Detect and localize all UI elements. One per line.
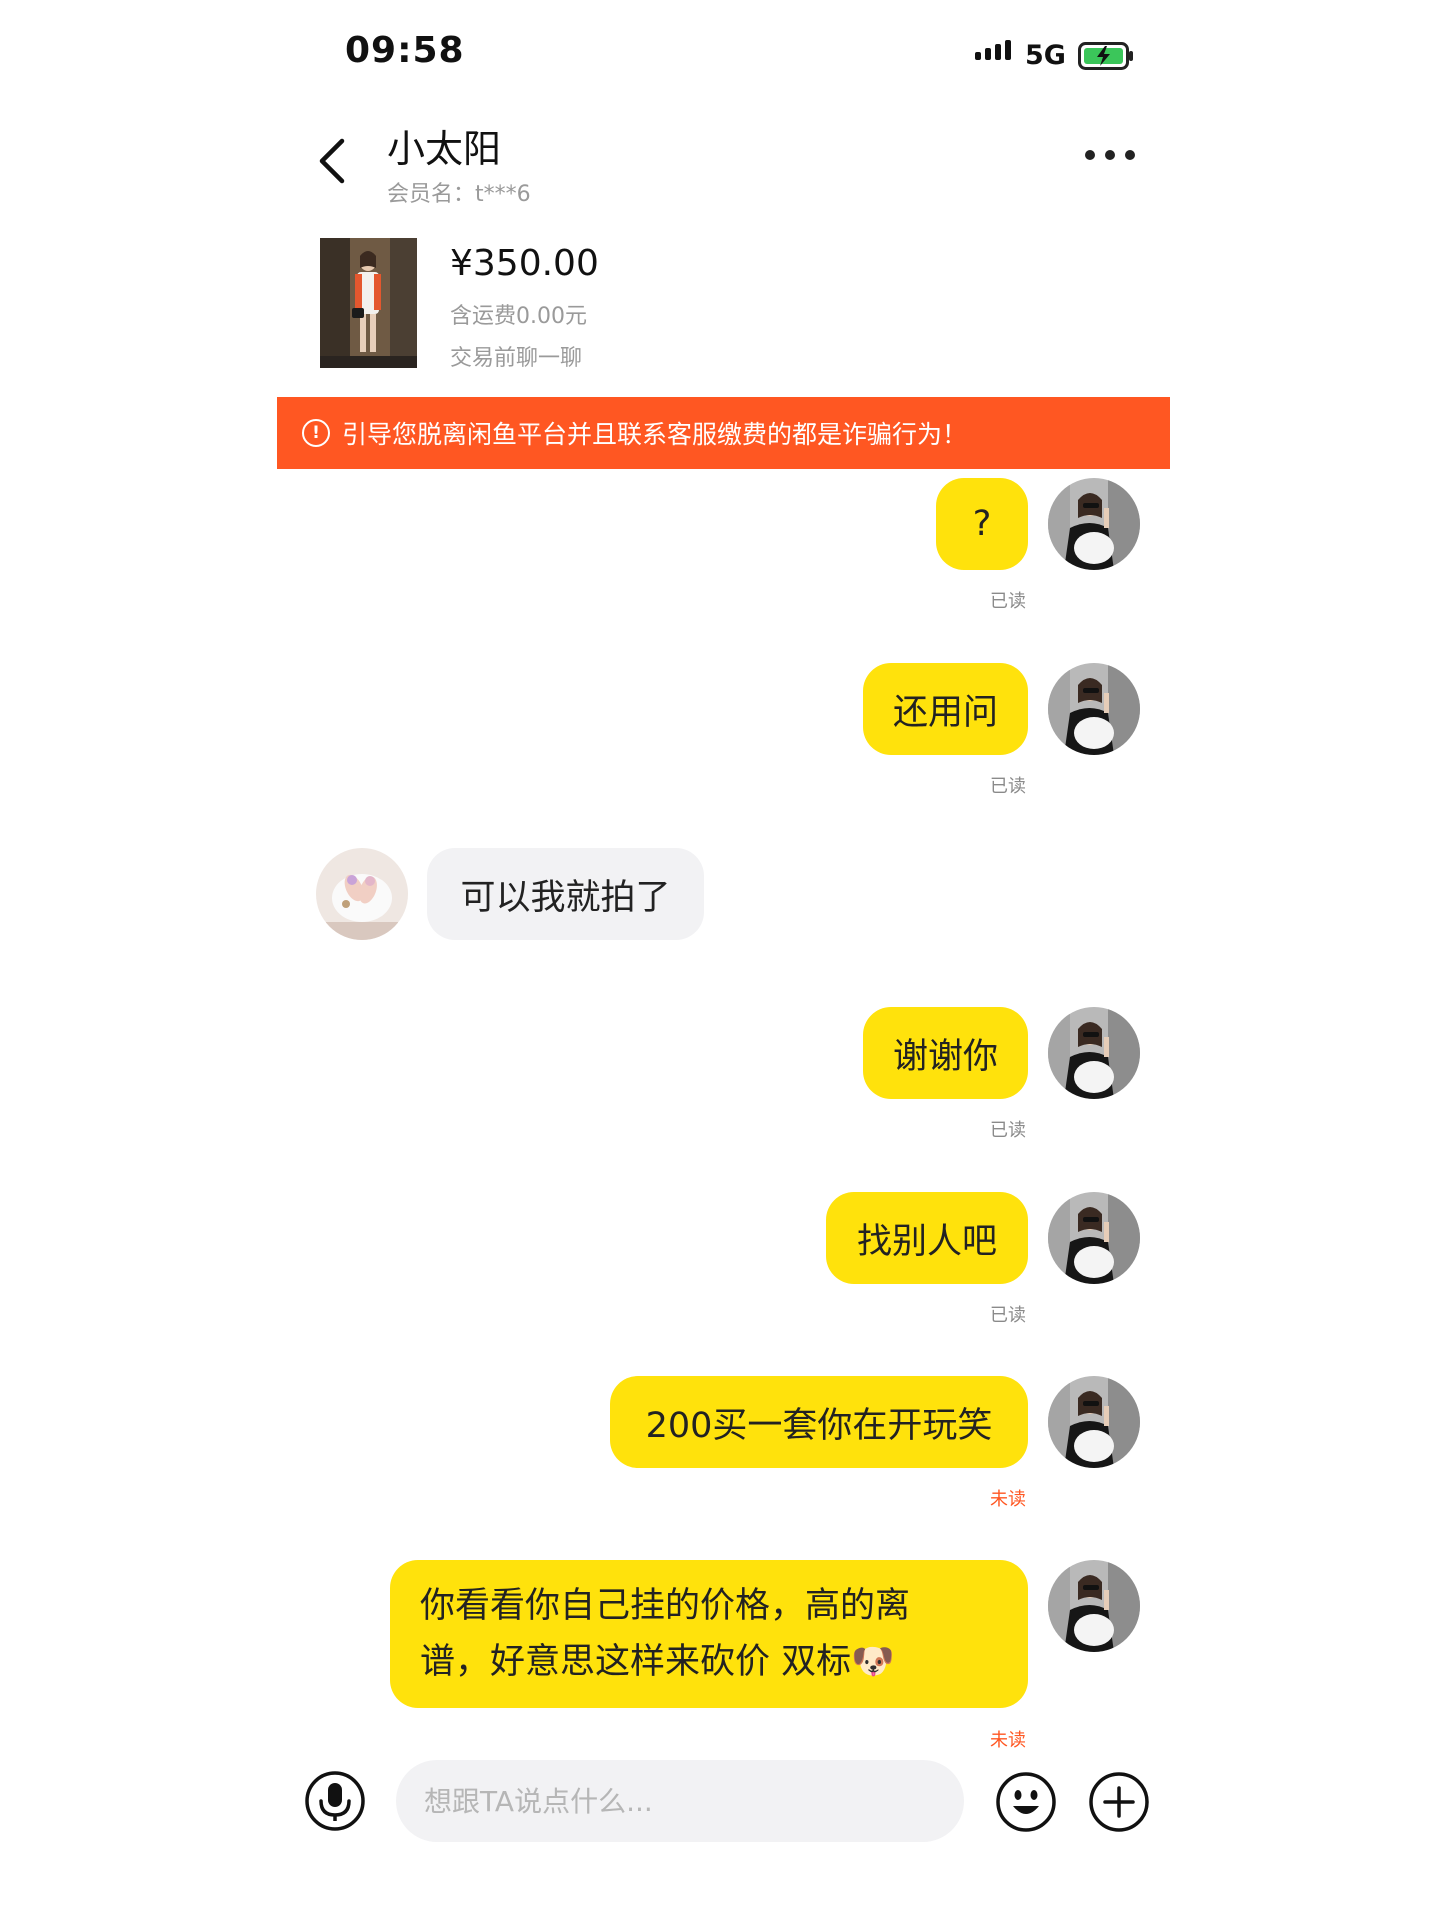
message-bubble[interactable]: 200买一套你在开玩笑 [610, 1376, 1028, 1468]
more-dot-icon [1085, 150, 1095, 160]
product-image[interactable] [320, 238, 417, 368]
scam-warning-banner: ! 引导您脱离闲鱼平台并且联系客服缴费的都是诈骗行为！ [277, 397, 1170, 469]
message-bubble[interactable]: 找别人吧 [826, 1192, 1028, 1284]
my-avatar[interactable] [1048, 478, 1140, 570]
message-text-line: 你看看你自己挂的价格，高的离 [420, 1586, 911, 1626]
warning-icon: ! [302, 419, 330, 447]
read-status: 已读 [990, 591, 1026, 612]
message-text: 200买一套你在开玩笑 [645, 1405, 993, 1446]
message-text-line: 谱，好意思这样来砍价 双标 [420, 1642, 852, 1682]
message-text: ? [972, 504, 992, 544]
signal-icon [975, 40, 1011, 60]
contact-avatar[interactable] [316, 848, 408, 940]
status-time: 09:58 [345, 30, 465, 71]
network-label: 5G [1025, 40, 1066, 71]
product-price: ¥350.00 [450, 243, 599, 284]
message-text: 找别人吧 [856, 1221, 997, 1262]
unread-status: 未读 [990, 1730, 1026, 1751]
unread-status: 未读 [990, 1489, 1026, 1510]
product-note: 交易前聊一聊 [450, 346, 583, 371]
warning-text: 引导您脱离闲鱼平台并且联系客服缴费的都是诈骗行为！ [342, 420, 968, 449]
microphone-icon [305, 1771, 365, 1831]
plus-icon [1089, 1772, 1149, 1832]
message-bubble[interactable]: 你看看你自己挂的价格，高的离 谱，好意思这样来砍价 双标🐶 [390, 1560, 1028, 1708]
message-bubble[interactable]: 谢谢你 [863, 1007, 1028, 1099]
message-input[interactable] [396, 1760, 964, 1842]
product-shipping: 含运费0.00元 [450, 304, 587, 329]
read-status: 已读 [990, 776, 1026, 797]
read-status: 已读 [990, 1305, 1026, 1326]
more-options-button[interactable] [1085, 150, 1135, 160]
my-avatar[interactable] [1048, 1007, 1140, 1099]
message-bubble[interactable]: 还用问 [863, 663, 1028, 755]
battery-charging-icon [1078, 42, 1134, 74]
my-avatar[interactable] [1048, 1560, 1140, 1652]
message-text: 还用问 [892, 692, 998, 733]
contact-name: 小太阳 [387, 127, 502, 171]
my-avatar[interactable] [1048, 1376, 1140, 1468]
message-bubble[interactable]: ? [936, 478, 1028, 570]
dog-emoji-icon: 🐶 [851, 1642, 895, 1682]
read-status: 已读 [990, 1120, 1026, 1141]
member-name: 会员名：t***6 [387, 182, 531, 207]
voice-button[interactable] [305, 1771, 365, 1831]
my-avatar[interactable] [1048, 1192, 1140, 1284]
more-dot-icon [1105, 150, 1115, 160]
more-dot-icon [1125, 150, 1135, 160]
chevron-left-icon [319, 138, 345, 184]
more-actions-button[interactable] [1087, 1770, 1151, 1834]
message-text: 可以我就拍了 [460, 877, 671, 918]
emoji-button[interactable] [994, 1770, 1058, 1834]
message-text: 谢谢你 [892, 1036, 998, 1077]
back-button[interactable] [312, 135, 352, 187]
my-avatar[interactable] [1048, 663, 1140, 755]
message-bubble[interactable]: 可以我就拍了 [427, 848, 704, 940]
emoji-icon [996, 1772, 1056, 1832]
